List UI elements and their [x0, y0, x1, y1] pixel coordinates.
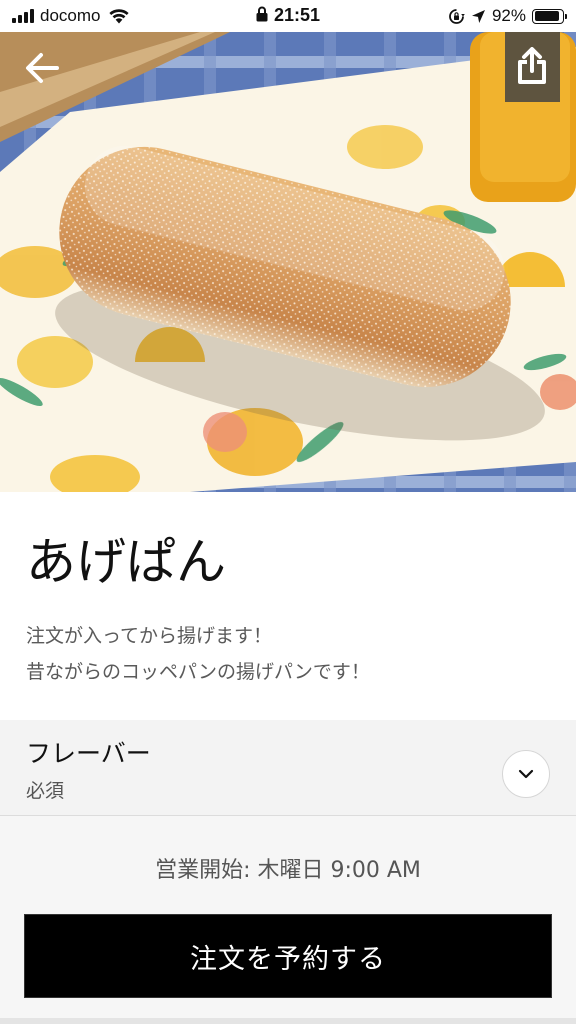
status-bar: docomo 21:51 92%	[0, 0, 576, 32]
battery-icon	[532, 8, 567, 24]
rotation-lock-icon	[449, 8, 465, 24]
agepan-photo	[0, 32, 576, 492]
item-title: あげぱん	[26, 533, 226, 591]
option-title: フレーバー	[26, 739, 151, 768]
back-button[interactable]	[18, 44, 66, 92]
opening-hours: 営業開始: 木曜日 9:00 AM	[155, 858, 421, 883]
reserve-order-button[interactable]: 注文を予約する	[24, 914, 552, 998]
lock-icon	[256, 6, 268, 22]
battery-percent: 92%	[491, 6, 526, 25]
clock: 21:51	[273, 5, 321, 25]
item-description: 注文が入ってから揚げます！ 昔ながらのコッペパンの揚げパンです！	[26, 618, 550, 690]
description-line-1: 注文が入ってから揚げます！	[26, 625, 273, 647]
back-arrow-icon	[26, 53, 59, 83]
share-icon	[518, 47, 546, 84]
order-bottom-sheet: 営業開始: 木曜日 9:00 AM 注文を予約する	[0, 815, 576, 1024]
status-right: 92%	[448, 5, 567, 27]
required-label: 必須	[26, 780, 65, 802]
flavor-option-header[interactable]: フレーバー 必須	[0, 720, 576, 816]
bottom-edge	[0, 1018, 576, 1024]
item-photo	[0, 32, 576, 492]
share-button[interactable]	[508, 42, 556, 90]
item-info: あげぱん 注文が入ってから揚げます！ 昔ながらのコッペパンの揚げパンです！	[0, 492, 576, 720]
description-line-2: 昔ながらのコッペパンの揚げパンです！	[26, 661, 370, 683]
location-arrow-icon	[471, 9, 485, 23]
chevron-down-icon	[518, 769, 534, 779]
expand-toggle-button[interactable]	[502, 750, 550, 798]
